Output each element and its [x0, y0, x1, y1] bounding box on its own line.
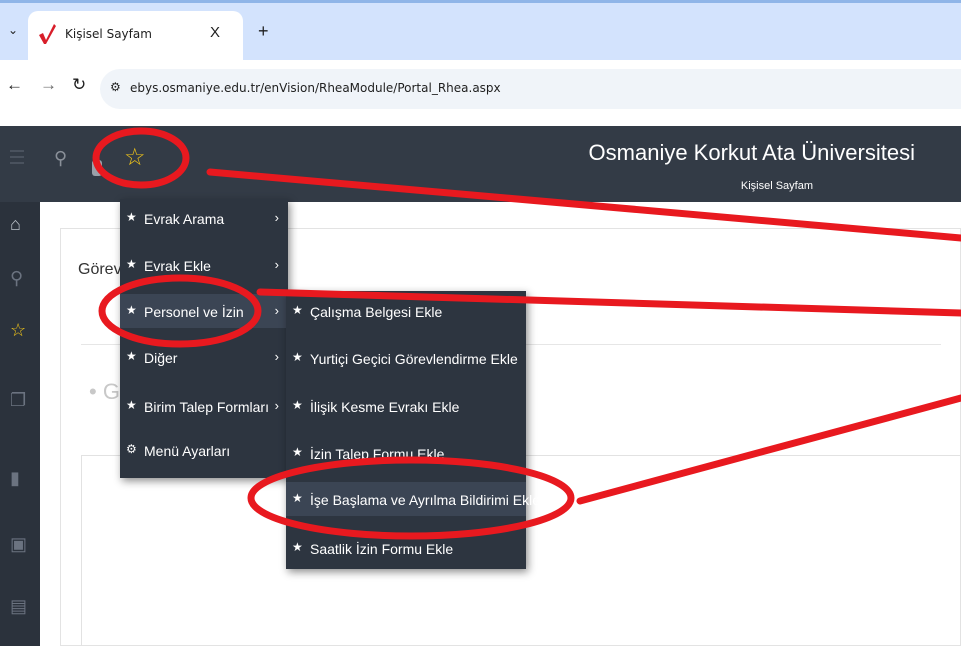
home-icon[interactable]: ⌂ — [10, 214, 21, 235]
header-search-icon[interactable]: ⚲ — [54, 148, 67, 169]
star-icon: ★ — [126, 210, 137, 224]
chevron-right-icon: › — [274, 303, 279, 318]
section-label: Görev — [78, 261, 122, 278]
personel-submenu: ★ Çalışma Belgesi Ekle ★ Yurtiçi Geçici … — [286, 291, 540, 569]
menu-item-label: Menü Ayarları — [144, 443, 231, 459]
gear-icon: ⚙ — [126, 442, 137, 456]
clipboard-icon[interactable]: ▤ — [10, 596, 27, 617]
submenu-item-label: İşe Başlama ve Ayrılma Bildirimi Ekle — [310, 492, 541, 508]
submenu-item-izin-talep[interactable]: ★ İzin Talep Formu Ekle — [286, 436, 526, 470]
university-name: Osmaniye Korkut Ata Üniversitesi — [588, 140, 915, 165]
tab-list-chevron-down-icon[interactable]: ⌄ — [8, 23, 18, 37]
new-tab-button[interactable]: + — [258, 21, 269, 42]
menu-item-label: Evrak Ekle — [144, 258, 211, 274]
star-icon: ★ — [126, 303, 137, 317]
submenu-item-label: Saatlik İzin Formu Ekle — [310, 541, 454, 557]
folder-icon[interactable]: ▮ — [10, 468, 20, 489]
menu-item-personel-ve-izin[interactable]: ★ Personel ve İzin › — [120, 294, 288, 328]
favorites-star-icon[interactable]: ☆ — [124, 146, 146, 170]
chevron-right-icon: › — [274, 349, 279, 364]
search-icon[interactable]: ⚲ — [10, 268, 23, 289]
star-icon: ★ — [292, 540, 303, 554]
menu-item-label: Personel ve İzin — [144, 304, 244, 320]
star-icon: ★ — [292, 445, 303, 459]
submenu-item-ise-baslama-ayrilma[interactable]: ★ İşe Başlama ve Ayrılma Bildirimi Ekle — [286, 482, 540, 516]
tab-title: Kişisel Sayfam — [65, 27, 152, 41]
menu-item-diger[interactable]: ★ Diğer › — [120, 340, 288, 374]
favorites-menu: ★ Evrak Arama › ★ Evrak Ekle › ★ Persone… — [120, 199, 288, 478]
menu-item-evrak-ekle[interactable]: ★ Evrak Ekle › — [120, 248, 288, 282]
left-sidebar: ⌂ ⚲ ☆ ❐ ▮ ▣ ▤ — [0, 202, 40, 646]
back-arrow-icon[interactable]: ← — [6, 75, 23, 95]
address-bar[interactable]: ⚙ ebys.osmaniye.edu.tr/enVision/RheaModu… — [100, 69, 961, 109]
submenu-item-label: Çalışma Belgesi Ekle — [310, 304, 443, 320]
app-header: ⚲ ☆ Osmaniye Korkut Ata Üniversitesi Kiş… — [0, 126, 961, 202]
forward-arrow-icon[interactable]: → — [40, 75, 57, 95]
folder-icon[interactable] — [92, 160, 102, 176]
star-icon[interactable]: ☆ — [10, 320, 26, 341]
menu-item-birim-talep-formlari[interactable]: ★ Birim Talep Formları › — [120, 389, 288, 423]
submenu-item-yurtici-gorevlendirme[interactable]: ★ Yurtiçi Geçici Görevlendirme Ekle — [286, 341, 526, 375]
star-icon: ★ — [292, 491, 303, 505]
reload-icon[interactable]: ↻ — [72, 75, 86, 95]
star-icon: ★ — [126, 257, 137, 271]
browser-tab-bar: ⌄ Kişisel Sayfam X + — [0, 0, 961, 63]
menu-item-label: Diğer — [144, 350, 178, 366]
chevron-right-icon: › — [274, 257, 279, 272]
submenu-item-label: İzin Talep Formu Ekle — [310, 446, 445, 462]
menu-item-label: Birim Talep Formları — [144, 399, 269, 415]
submenu-item-saatlik-izin[interactable]: ★ Saatlik İzin Formu Ekle — [286, 531, 526, 565]
tab-close-icon[interactable]: X — [210, 24, 220, 41]
documents-icon[interactable]: ❐ — [10, 390, 26, 411]
star-icon: ★ — [126, 349, 137, 363]
site-info-icon[interactable]: ⚙ — [110, 80, 121, 94]
browser-toolbar: ← → ↻ ⚙ ebys.osmaniye.edu.tr/enVision/Rh… — [0, 60, 961, 126]
star-icon: ★ — [292, 303, 303, 317]
star-icon: ★ — [292, 398, 303, 412]
url-text[interactable]: ebys.osmaniye.edu.tr/enVision/RheaModule… — [130, 81, 501, 95]
faded-heading: • G — [89, 379, 120, 404]
site-checkmark-icon — [39, 24, 56, 44]
archive-icon[interactable]: ▣ — [10, 534, 27, 555]
hamburger-menu-icon[interactable] — [10, 150, 24, 168]
browser-tab[interactable]: Kişisel Sayfam X — [28, 11, 243, 63]
submenu-item-ilisik-kesme[interactable]: ★ İlişik Kesme Evrakı Ekle — [286, 389, 526, 423]
star-icon: ★ — [126, 398, 137, 412]
star-icon: ★ — [292, 350, 303, 364]
menu-item-evrak-arama[interactable]: ★ Evrak Arama › — [120, 201, 288, 235]
chevron-right-icon: › — [274, 210, 279, 225]
submenu-item-label: Yurtiçi Geçici Görevlendirme Ekle — [310, 351, 518, 367]
menu-item-label: Evrak Arama — [144, 211, 225, 227]
submenu-item-label: İlişik Kesme Evrakı Ekle — [310, 399, 460, 415]
page-subtitle: Kişisel Sayfam — [740, 180, 813, 192]
chevron-right-icon: › — [274, 398, 279, 413]
menu-item-menu-ayarlari[interactable]: ⚙ Menü Ayarları — [120, 433, 288, 467]
submenu-item-calisma-belgesi[interactable]: ★ Çalışma Belgesi Ekle — [286, 294, 526, 328]
